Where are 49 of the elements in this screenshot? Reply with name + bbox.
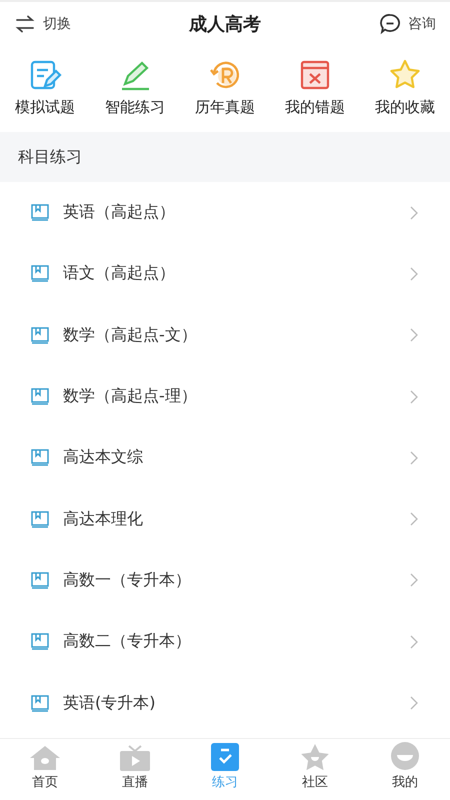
subject-item[interactable]: 英语（高起点） [63, 202, 396, 224]
page-title: 成人高考 [189, 13, 261, 36]
shortcut-label[interactable]: 历年真题 [195, 98, 255, 117]
book-icon [31, 326, 49, 344]
book-icon [31, 633, 49, 650]
book-icon [31, 204, 49, 222]
chevron-right-icon [410, 206, 418, 220]
star-face-icon [299, 743, 331, 771]
tab[interactable]: 我的 [370, 741, 440, 791]
book-icon [31, 510, 49, 528]
tv-icon [119, 745, 151, 771]
subject-item[interactable]: 高数一（专升本） [63, 570, 396, 591]
chevron-right-icon [410, 696, 418, 710]
section-header: 科目练习 [0, 132, 450, 182]
consult-label[interactable]: 咨询 [408, 15, 436, 33]
document-pen-icon[interactable] [28, 58, 62, 92]
chevron-right-icon [410, 328, 418, 342]
shortcut-label[interactable]: 我的错题 [285, 98, 345, 117]
subject-item[interactable]: 语文（高起点） [63, 263, 396, 284]
subject-item[interactable]: 英语(专升本) [63, 692, 396, 714]
chevron-right-icon [410, 450, 418, 465]
subject-item[interactable]: 高达本文综 [63, 447, 396, 468]
subject-item[interactable]: 高达本理化 [63, 508, 396, 530]
chevron-right-icon [410, 390, 418, 404]
switch-label[interactable]: 切换 [43, 15, 71, 33]
chevron-right-icon [410, 266, 418, 281]
checklist-icon [211, 743, 239, 771]
book-icon [31, 388, 49, 406]
book-icon [31, 572, 49, 589]
house-icon [29, 745, 61, 771]
shortcut-label[interactable]: 我的收藏 [375, 98, 435, 117]
chevron-right-icon [410, 573, 418, 588]
tab[interactable]: 首页 [10, 745, 80, 791]
switch-icon[interactable] [14, 15, 36, 33]
wrong-book-icon[interactable] [298, 58, 332, 92]
subject-item[interactable]: 高数二（专升本） [63, 631, 396, 652]
book-icon [31, 265, 49, 282]
shortcut-label[interactable]: 智能练习 [105, 98, 165, 117]
subject-item[interactable]: 数学（高起点-理） [63, 386, 396, 408]
chevron-right-icon [410, 512, 418, 526]
subject-item[interactable]: 数学（高起点-文） [63, 324, 396, 346]
book-icon [31, 694, 49, 712]
book-icon [31, 449, 49, 466]
smile-face-icon [390, 741, 420, 771]
shortcut-label[interactable]: 模拟试题 [15, 98, 75, 117]
tab[interactable]: 直播 [100, 745, 170, 791]
chevron-right-icon [410, 634, 418, 649]
chat-icon[interactable] [379, 13, 401, 35]
tab[interactable]: 社区 [280, 743, 350, 791]
